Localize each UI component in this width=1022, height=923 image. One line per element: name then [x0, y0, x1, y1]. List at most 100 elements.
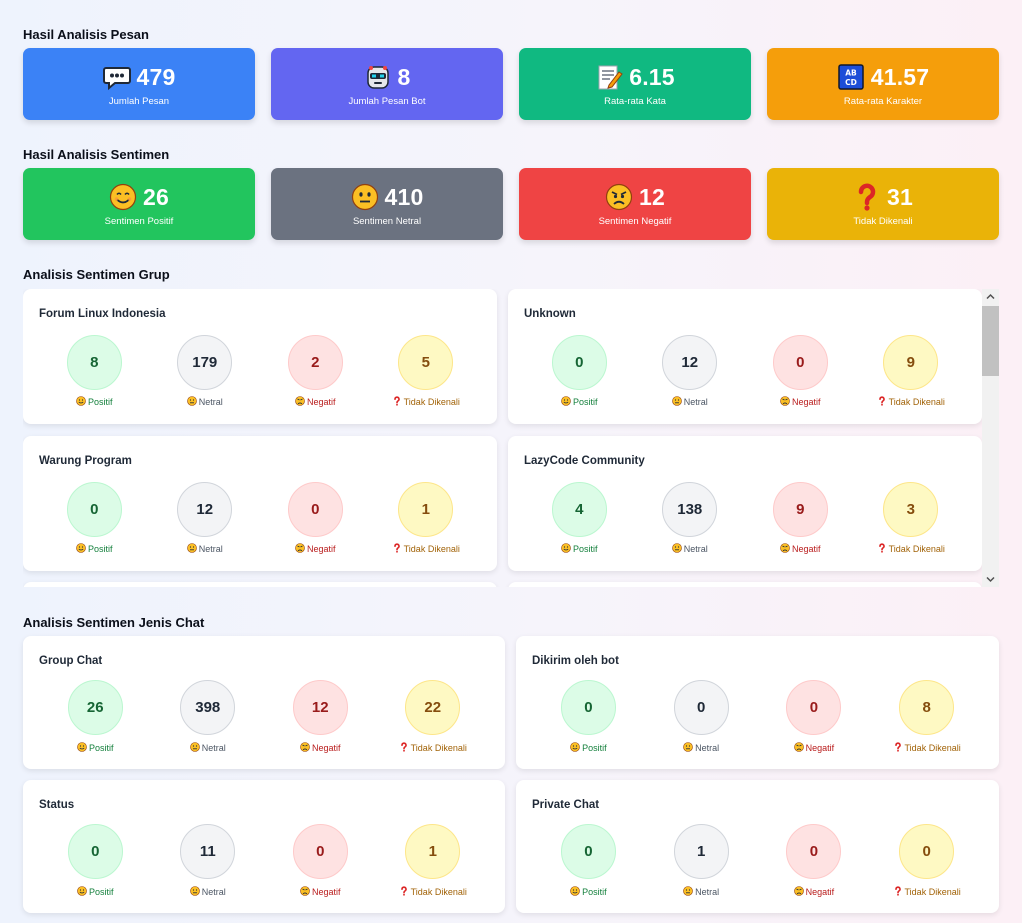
stat-label: Rata-rata Kata — [604, 96, 666, 107]
sentiment-label-neg: Negatif — [260, 543, 370, 554]
sentiment-label-unk: Tidak Dikenali — [371, 543, 481, 554]
sentiment-label-unk: Tidak Dikenali — [872, 886, 982, 897]
sentiment-label-text: Negatif — [306, 397, 336, 407]
robot-icon — [364, 63, 392, 91]
question-icon — [878, 543, 885, 553]
sentiment-circle-pos: 4 — [551, 482, 607, 537]
angry-icon — [295, 543, 305, 553]
section-title-grup: Analisis Sentimen Grup — [23, 267, 170, 282]
group-card: Warung Program 0 Positif 12 Netral 0 Negatif 1… — [23, 436, 497, 571]
svg-text:CD: CD — [845, 78, 857, 87]
sentiment-label-text: Tidak Dikenali — [888, 544, 945, 554]
sentiment-label-net: Netral — [153, 742, 263, 753]
chat-type-name: Group Chat — [39, 655, 103, 667]
sentiment-label-text: Negatif — [805, 887, 835, 897]
stat-value: 26 — [143, 183, 169, 210]
sentiment-label-pos: Positif — [533, 742, 643, 753]
section-title-pesan: Hasil Analisis Pesan — [23, 27, 149, 42]
stat-card-tidak-dikenali: 31 Tidak Dikenali — [767, 168, 999, 240]
memo-icon — [595, 63, 623, 91]
sentiment-label-text: Negatif — [311, 743, 341, 753]
chat-type-card: Private Chat 0 Positif 1 Netral 0 Negatif 0 Tid… — [516, 780, 999, 913]
sentiment-label-text: Tidak Dikenali — [410, 887, 467, 897]
sentiment-circle-pos: 8 — [66, 335, 122, 390]
chat-type-name: Private Chat — [532, 799, 600, 811]
sentiment-circle-neg: 0 — [287, 482, 343, 537]
speech-bubble-icon — [102, 63, 131, 91]
sentiment-label-text: Positif — [582, 887, 607, 897]
chat-type-name: Status — [39, 799, 75, 811]
angry-icon — [780, 396, 790, 406]
sentiment-label-text: Netral — [201, 743, 226, 753]
neutral-face-icon — [351, 183, 379, 211]
smile-icon — [77, 742, 87, 752]
group-card-partial — [508, 582, 982, 587]
sentiment-circle-pos: 0 — [67, 824, 123, 879]
sentiment-label-text: Positif — [88, 887, 114, 897]
stat-value: 12 — [639, 183, 665, 210]
group-card-partial — [23, 582, 497, 587]
group-name: Forum Linux Indonesia — [39, 308, 166, 320]
sentiment-label-text: Netral — [695, 743, 720, 753]
sentiment-label-pos: Positif — [39, 543, 149, 554]
sentiment-label-text: Tidak Dikenali — [888, 397, 945, 407]
scroll-down-arrow-icon[interactable] — [986, 575, 995, 584]
sentiment-circle-pos: 26 — [67, 680, 123, 735]
stat-label: Rata-rata Karakter — [843, 96, 923, 107]
stat-value: 8 — [397, 63, 411, 90]
sentiment-label-text: Positif — [87, 544, 113, 554]
sentiment-label-text: Tidak Dikenali — [904, 887, 961, 897]
sentiment-circle-neg: 0 — [786, 680, 842, 735]
group-sentiment-scroll-area[interactable]: Forum Linux Indonesia 8 Positif 179 Netral 2… — [23, 289, 999, 587]
angry-icon — [780, 543, 790, 553]
sentiment-label-text: Netral — [695, 887, 720, 897]
section-title-jenis-chat: Analisis Sentimen Jenis Chat — [23, 615, 205, 630]
sentiment-label-text: Negatif — [791, 544, 821, 554]
sentiment-circle-net: 398 — [180, 680, 236, 735]
stat-card-rata-rata-karakter: AB CD 41.57 Rata-rata Karakter — [767, 48, 999, 120]
sentiment-circle-unk: 9 — [883, 335, 939, 390]
stat-value: 31 — [887, 183, 913, 210]
sentiment-label-unk: Tidak Dikenali — [872, 742, 982, 753]
neutral-icon — [683, 742, 693, 752]
sentiment-label-unk: Tidak Dikenali — [371, 396, 481, 407]
sentiment-label-neg: Negatif — [265, 742, 375, 753]
sentiment-circle-neg: 0 — [786, 824, 842, 879]
sentiment-label-pos: Positif — [533, 886, 643, 897]
smile-icon — [570, 742, 580, 752]
sentiment-stats-row: 26 Sentimen Positif 410 Sentimen Netral … — [23, 168, 999, 240]
sentiment-label-unk: Tidak Dikenali — [856, 396, 966, 407]
stat-card-jumlah-pesan-bot: 8 Jumlah Pesan Bot — [271, 48, 503, 120]
question-icon — [878, 396, 885, 406]
smile-icon — [77, 886, 87, 896]
stat-card-jumlah-pesan: 479 Jumlah Pesan — [23, 48, 255, 120]
stat-label: Tidak Dikenali — [853, 216, 913, 227]
sentiment-label-neg: Negatif — [759, 886, 869, 897]
sentiment-label-text: Netral — [201, 887, 226, 897]
sentiment-circle-net: 12 — [662, 335, 718, 390]
angry-icon — [295, 396, 305, 406]
sentiment-label-text: Netral — [198, 544, 223, 554]
group-card: Forum Linux Indonesia 8 Positif 179 Netral 2… — [23, 289, 497, 424]
sentiment-label-pos: Positif — [40, 742, 150, 753]
stat-label: Jumlah Pesan Bot — [348, 96, 426, 107]
group-card: Unknown 0 Positif 12 Netral 0 Negatif 9 Tidak D… — [508, 289, 982, 424]
sentiment-label-text: Positif — [582, 743, 607, 753]
sentiment-label-text: Netral — [683, 544, 708, 554]
sentiment-label-neg: Negatif — [745, 396, 855, 407]
neutral-icon — [683, 886, 693, 896]
sentiment-circle-unk: 1 — [398, 482, 454, 537]
smile-icon — [76, 543, 86, 553]
sentiment-circle-net: 12 — [177, 482, 233, 537]
sentiment-circle-neg: 0 — [292, 824, 348, 879]
neutral-icon — [671, 543, 682, 553]
sentiment-label-pos: Positif — [39, 396, 149, 407]
scrollbar-thumb[interactable] — [982, 306, 999, 376]
sentiment-label-text: Negatif — [311, 887, 341, 897]
sentiment-circle-net: 179 — [177, 335, 233, 390]
scroll-up-arrow-icon[interactable] — [986, 292, 995, 301]
sentiment-circle-pos: 0 — [560, 680, 616, 735]
sentiment-label-neg: Negatif — [745, 543, 855, 554]
group-scrollbar[interactable] — [982, 289, 999, 587]
stat-label: Sentimen Positif — [104, 216, 174, 227]
